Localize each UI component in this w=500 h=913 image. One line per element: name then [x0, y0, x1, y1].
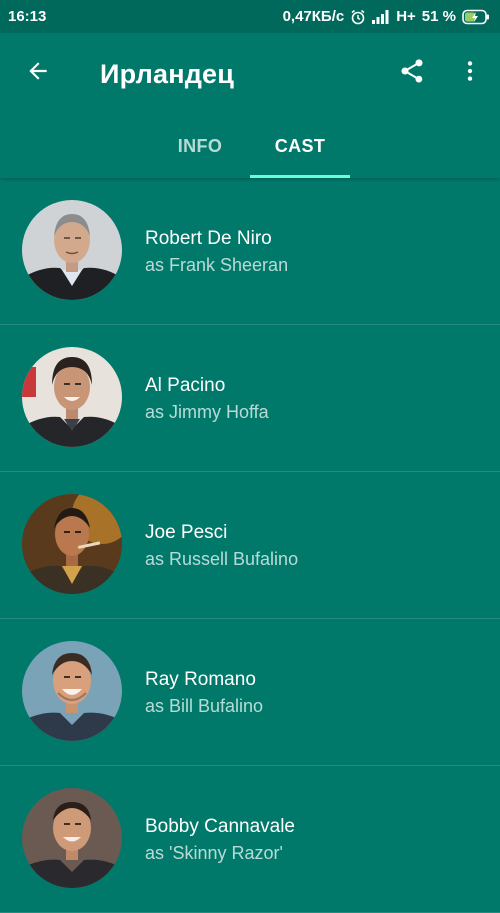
status-time: 16:13 [8, 8, 47, 25]
cast-list-item[interactable]: Al Pacino as Jimmy Hoffa [0, 325, 500, 472]
tab-cast[interactable]: CAST [250, 115, 350, 178]
share-button[interactable] [392, 53, 432, 93]
tab-bar: INFO CAST [0, 115, 500, 178]
character-name: as Frank Sheeran [145, 255, 289, 275]
cast-list: Robert De Niro as Frank Sheeran Al Pacin… [0, 178, 500, 913]
alarm-icon [350, 9, 366, 25]
status-bar: 16:13 0,47КБ/с H+ 51 % [0, 0, 500, 33]
character-name: as Russell Bufalino [145, 549, 299, 569]
actor-name: Bobby Cannavale [145, 816, 295, 837]
actor-photo [22, 494, 122, 594]
back-arrow-icon [25, 58, 51, 89]
cast-list-item[interactable]: Robert De Niro as Frank Sheeran [0, 178, 500, 325]
page-title: Ирландец [100, 59, 235, 89]
cast-list-item[interactable]: Joe Pesci as Russell Bufalino [0, 472, 500, 619]
actor-photo [22, 200, 122, 300]
share-icon [398, 57, 426, 90]
character-name: as Bill Bufalino [145, 696, 264, 716]
back-button[interactable] [18, 53, 58, 93]
cast-list-item[interactable]: Ray Romano as Bill Bufalino [0, 619, 500, 766]
app-bar: Ирландец [0, 33, 500, 115]
net-speed: 0,47КБ/с [282, 8, 345, 25]
actor-name: Joe Pesci [145, 522, 228, 543]
character-name: as 'Skinny Razor' [145, 843, 283, 863]
network-type: H+ [396, 8, 416, 25]
actor-photo [22, 641, 122, 741]
more-vert-icon [457, 58, 483, 89]
actor-name: Robert De Niro [145, 228, 272, 249]
actor-name: Ray Romano [145, 669, 256, 690]
tab-info[interactable]: INFO [150, 115, 250, 178]
actor-photo [22, 347, 122, 447]
actor-name: Al Pacino [145, 375, 226, 396]
more-options-button[interactable] [450, 53, 490, 93]
signal-icon [372, 9, 390, 24]
character-name: as Jimmy Hoffa [145, 402, 269, 422]
cast-list-item[interactable]: Bobby Cannavale as 'Skinny Razor' [0, 766, 500, 913]
battery-charging-icon [462, 9, 490, 25]
status-indicators: 0,47КБ/с H+ 51 % [283, 8, 490, 25]
battery-percent: 51 % [421, 8, 456, 25]
actor-photo [22, 788, 122, 888]
